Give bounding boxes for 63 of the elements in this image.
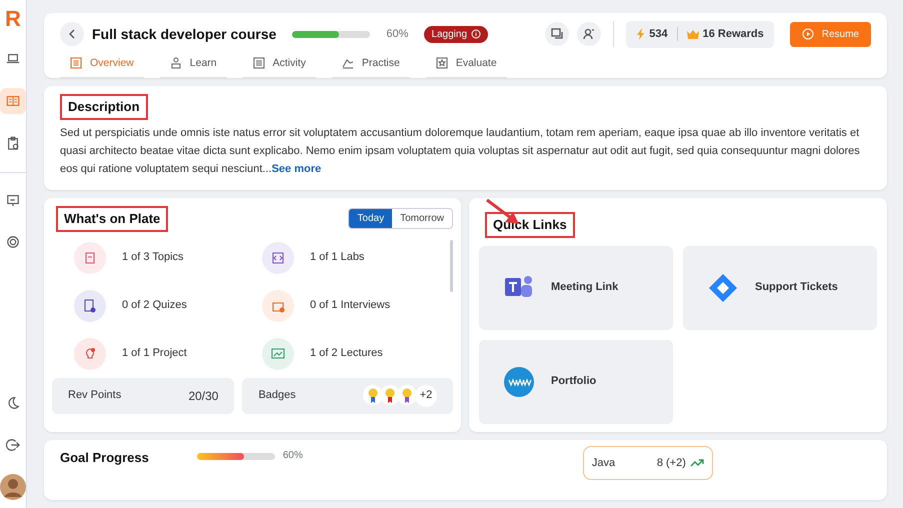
back-icon <box>67 29 77 40</box>
clipboard-icon <box>6 135 20 151</box>
chart-icon <box>342 57 354 70</box>
section-title: Goal Progress <box>60 448 149 467</box>
document-icon <box>70 57 82 70</box>
course-title: Full stack developer course <box>92 24 276 44</box>
task-label: 1 of 2 Lectures <box>310 346 383 362</box>
users-icon <box>583 28 596 40</box>
person-icon <box>170 57 182 70</box>
scrollbar[interactable] <box>450 240 453 292</box>
quick-link[interactable]: Meeting Link <box>479 246 673 330</box>
tab[interactable]: Activity <box>242 52 316 78</box>
task-label: 1 of 1 Project <box>122 346 187 362</box>
see-more-link[interactable]: See more <box>272 163 322 176</box>
section-title: Quick Links <box>485 212 575 238</box>
task-label: 1 of 1 Labs <box>310 250 364 266</box>
goal-reading: 60% <box>282 448 303 463</box>
skill-score: 8 (+2) <box>656 456 686 471</box>
quick-link[interactable]: Support Tickets <box>683 246 877 330</box>
medal-icon <box>363 384 384 405</box>
rewards-count: 16 Rewards <box>702 27 764 42</box>
trend-up-icon <box>690 458 704 468</box>
tab[interactable]: Practise <box>332 52 410 78</box>
presentation-icon <box>6 192 20 208</box>
points-count: 534 <box>649 27 668 42</box>
badges-more: +2 <box>415 384 438 407</box>
users-button[interactable] <box>577 22 602 46</box>
sidebar-item[interactable] <box>0 88 26 114</box>
logo: R <box>5 8 21 30</box>
star-icon <box>436 57 448 70</box>
tab[interactable]: Learn <box>160 52 227 78</box>
progress-reading: 60% <box>386 27 408 42</box>
badge-icon <box>6 234 20 250</box>
play-icon <box>802 28 814 40</box>
section-title: Description <box>60 94 148 120</box>
toggle-option[interactable]: Today <box>349 209 392 228</box>
info-icon <box>471 29 482 40</box>
task-label: 0 of 1 Interviews <box>310 298 390 314</box>
chat-icon <box>551 28 564 40</box>
section-title: What's on Plate <box>56 206 168 232</box>
book-icon <box>6 93 20 109</box>
badges-label: Badges <box>258 388 296 404</box>
list-icon <box>252 57 265 70</box>
lightning-icon <box>636 28 646 40</box>
skill-name: Java <box>592 456 616 471</box>
rev-points-value: 20/30 <box>188 388 218 405</box>
logout-icon <box>6 437 20 453</box>
task-label: 1 of 3 Topics <box>122 250 184 266</box>
rev-points-label: Rev Points <box>68 388 122 404</box>
task-label: 0 of 2 Quizes <box>122 298 187 314</box>
crown-icon <box>686 29 699 40</box>
back-button[interactable] <box>60 22 84 46</box>
medal-icon <box>397 384 418 405</box>
diamond-icon <box>707 272 739 304</box>
globe-icon <box>503 366 535 398</box>
tab[interactable]: Evaluate <box>426 52 507 78</box>
quick-link[interactable]: Portfolio <box>479 340 673 424</box>
description-text: Sed ut perspiciatis unde omnis iste natus error sit voluptatem accusantium doloremque laudantium, totam rem aperiam, eaque ipsa quae ab illo inventore veritatis et quasi architecto beatae vitae dicta sunt explicabo. Nemo enim ipsam voluptatem quia voluptas sit aspernatur aut odit aut fugit, sed quia consequuntur magni dolores eos qui ratione voluptatem sequi nesciunt...See more <box>60 126 861 178</box>
medal-icon <box>380 384 400 405</box>
status-text: Lagging <box>431 28 468 42</box>
moon-icon <box>6 395 20 411</box>
chat-button[interactable] <box>545 22 570 46</box>
avatar[interactable] <box>0 474 26 500</box>
